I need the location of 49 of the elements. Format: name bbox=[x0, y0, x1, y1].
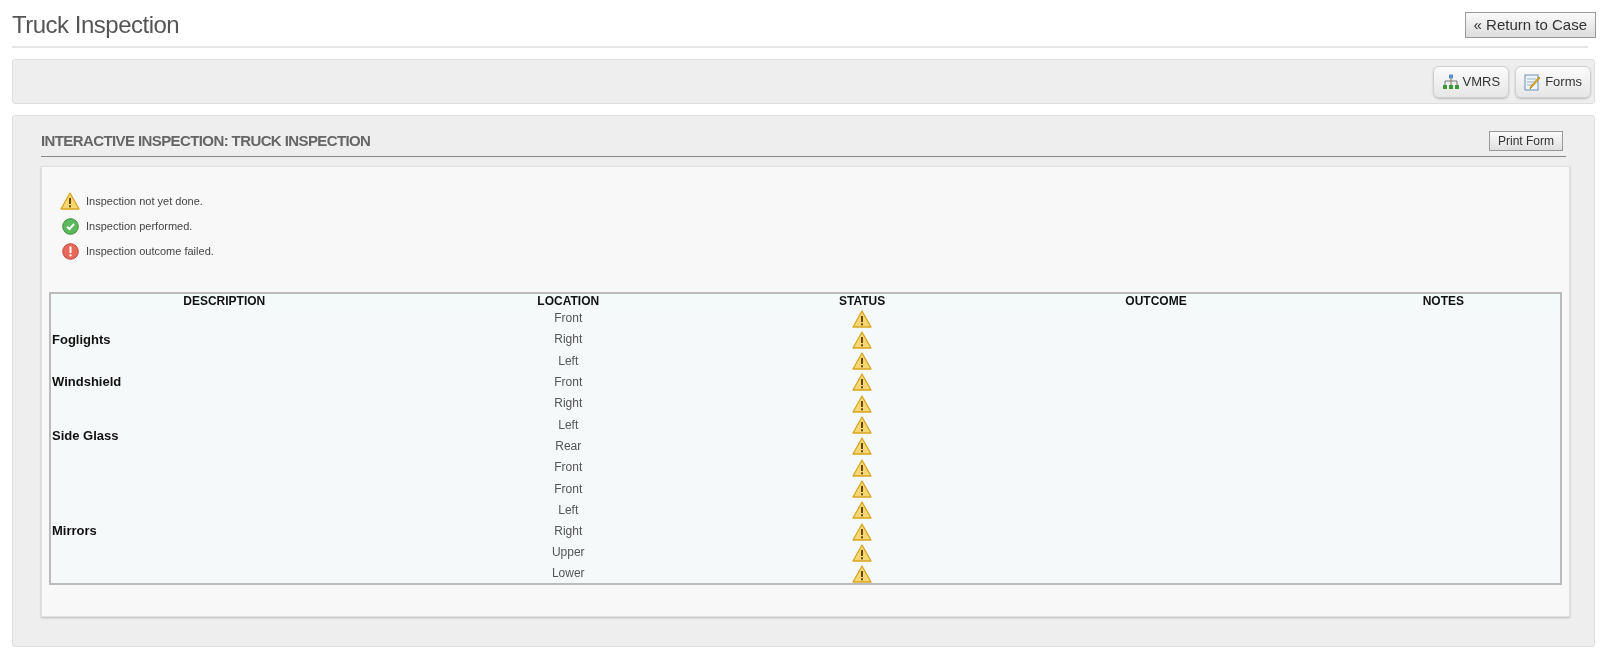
location-cell: Lower bbox=[397, 563, 739, 585]
toolbar-button[interactable]: VMRS bbox=[1432, 65, 1510, 98]
column-header: STATUS bbox=[739, 292, 986, 308]
warning-icon bbox=[852, 522, 873, 541]
location-cell-text: Left bbox=[557, 352, 580, 370]
warning-icon bbox=[852, 437, 873, 456]
location-cell-text: Front bbox=[553, 374, 584, 392]
exclamation-circle-icon bbox=[61, 242, 79, 260]
location-cell-text: Right bbox=[553, 395, 584, 413]
description-cell: Side Glass bbox=[50, 392, 398, 478]
form-heading: INTERACTIVE INSPECTION: TRUCK INSPECTION bbox=[41, 131, 371, 151]
location-cell-text: Left bbox=[557, 501, 580, 519]
return-to-case-button[interactable]: « Return to Case bbox=[1464, 12, 1596, 38]
warning-icon bbox=[60, 192, 80, 210]
warning-icon bbox=[852, 330, 873, 349]
column-header: OUTCOME bbox=[985, 292, 1327, 308]
description-cell: Windshield bbox=[50, 371, 398, 393]
warning-icon bbox=[852, 394, 873, 413]
warning-icon bbox=[852, 458, 873, 477]
warning-icon bbox=[852, 543, 873, 562]
page-title: Truck Inspection bbox=[12, 10, 180, 40]
column-header: DESCRIPTION bbox=[50, 292, 398, 308]
legend-text: Inspection outcome failed. bbox=[86, 243, 214, 259]
legend-text: Inspection performed. bbox=[86, 218, 193, 234]
check-circle-icon bbox=[61, 217, 79, 235]
location-cell-text: Right bbox=[553, 523, 584, 541]
warning-icon bbox=[852, 309, 873, 328]
description-cell: Foglights bbox=[50, 307, 398, 372]
warning-icon bbox=[852, 373, 873, 392]
form-pencil-icon bbox=[1524, 72, 1543, 91]
location-cell-text: Right bbox=[553, 331, 584, 349]
location-cell-text: Left bbox=[557, 416, 580, 434]
location-cell-text: Upper bbox=[550, 544, 586, 562]
description-cell: Mirrors bbox=[50, 477, 398, 585]
location-cell-text: Front bbox=[553, 459, 584, 477]
warning-icon bbox=[852, 501, 873, 520]
warning-icon bbox=[852, 416, 873, 435]
warning-icon bbox=[852, 564, 873, 583]
warning-icon bbox=[852, 479, 873, 498]
location-cell: Front bbox=[397, 307, 739, 329]
hierarchy-icon bbox=[1441, 73, 1460, 90]
location-cell-text: Rear bbox=[554, 437, 583, 455]
toolbar-button[interactable]: Forms bbox=[1515, 65, 1591, 98]
column-header: LOCATION bbox=[397, 292, 739, 308]
location-cell-text: Front bbox=[553, 480, 584, 498]
column-header: NOTES bbox=[1326, 292, 1561, 308]
print-form-button[interactable]: Print Form bbox=[1489, 130, 1563, 151]
warning-icon bbox=[852, 352, 873, 371]
legend-text: Inspection not yet done. bbox=[86, 193, 203, 209]
